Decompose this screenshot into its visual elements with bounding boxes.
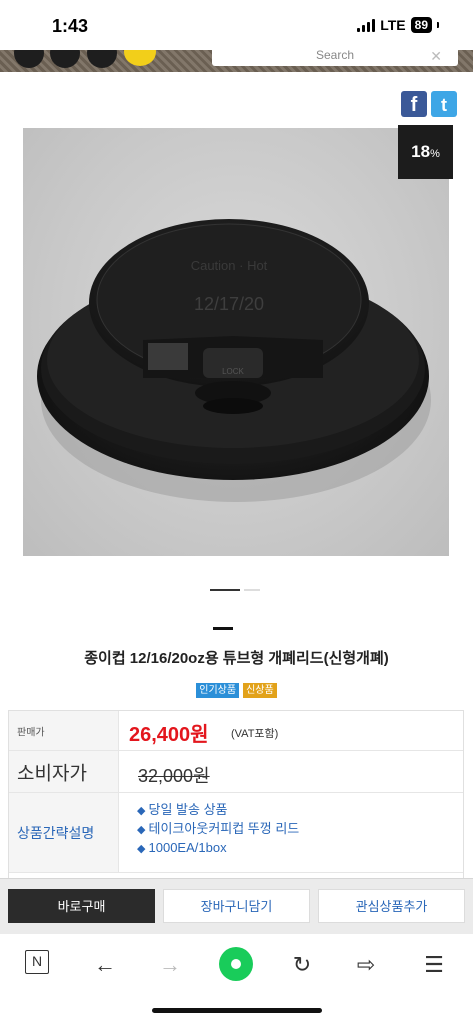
popular-badge: 인기상품 [196, 683, 240, 698]
green-dot-icon[interactable] [219, 947, 253, 981]
product-info-table: 판매가 26,400원 (VAT포함) 소비자가 32,000원 상품간략설명 … [8, 710, 464, 880]
lid-date-text: 12/17/20 [194, 294, 264, 314]
summary-item: 당일 발송 상품 [137, 801, 299, 820]
discount-badge: 18% [398, 125, 453, 179]
cup-lid-illustration: Caution · Hot 12/17/20 LOCK [37, 219, 431, 502]
network-label: LTE [380, 17, 406, 33]
search-placeholder: Search [315, 50, 355, 62]
battery-icon: 89 [410, 17, 432, 33]
new-badge: 신상품 [243, 683, 277, 698]
sale-price-row: 판매가 26,400원 (VAT포함) [9, 711, 463, 751]
search-input[interactable]: Search ✕ [212, 50, 458, 66]
facebook-share-button[interactable]: f [401, 91, 427, 117]
consumer-price-row: 소비자가 32,000원 [9, 751, 463, 793]
twitter-circle-icon[interactable] [50, 50, 80, 68]
facebook-circle-icon[interactable] [14, 50, 44, 68]
add-to-cart-button[interactable]: 장바구니담기 [163, 889, 310, 923]
kakao-talk-icon[interactable] [124, 50, 156, 66]
sale-price: 26,400원 [129, 724, 209, 746]
lid-lock-text: LOCK [222, 367, 244, 376]
menu-icon[interactable]: ☰ [419, 950, 449, 980]
discount-unit: % [430, 148, 440, 160]
sale-price-label: 판매가 [17, 727, 45, 738]
vat-note: (VAT포함) [231, 728, 279, 740]
share-arrow-icon[interactable]: ⇨ [351, 950, 381, 980]
product-image[interactable]: Caution · Hot 12/17/20 LOCK [23, 128, 449, 556]
add-to-wishlist-button[interactable]: 관심상품추가 [318, 889, 465, 923]
home-indicator[interactable] [152, 1008, 322, 1013]
buy-now-button[interactable]: 바로구매 [8, 889, 155, 923]
summary-list: 당일 발송 상품 테이크아웃커피컵 뚜껑 리드 1000EA/1box [137, 801, 300, 858]
forward-arrow-icon[interactable]: → [155, 950, 185, 980]
summary-item: 테이크아웃커피컵 뚜껑 리드 [137, 820, 300, 839]
carousel-indicator [210, 589, 260, 591]
instagram-circle-icon[interactable] [87, 50, 117, 68]
naver-home-icon[interactable]: N [25, 950, 49, 974]
lid-caution-text: Caution · Hot [191, 258, 268, 273]
refresh-icon[interactable]: ↻ [287, 950, 317, 980]
status-time: 1:43 [52, 16, 89, 36]
status-indicators: LTE 89 [357, 17, 439, 33]
battery-tip [437, 22, 439, 28]
discount-value: 18 [411, 142, 431, 161]
carousel-dot[interactable] [244, 589, 260, 591]
back-arrow-icon[interactable]: ← [90, 950, 120, 980]
carousel-dot-active[interactable] [210, 589, 240, 591]
product-badges: 인기상품 신상품 [0, 683, 473, 698]
summary-row: 상품간략설명 당일 발송 상품 테이크아웃커피컵 뚜껑 리드 1000EA/1b… [9, 793, 463, 873]
close-icon[interactable]: ✕ [430, 50, 442, 63]
signal-icon [357, 18, 376, 32]
summary-label: 상품간략설명 [17, 824, 95, 841]
purchase-action-bar: 바로구매 장바구니담기 관심상품추가 [0, 878, 473, 934]
status-bar: 1:43 LTE 89 [0, 0, 473, 50]
twitter-share-button[interactable]: t [431, 91, 457, 117]
summary-item: 1000EA/1box [137, 839, 299, 858]
consumer-price: 32,000원 [138, 766, 210, 786]
product-title: 종이컵 12/16/20oz용 튜브형 개폐리드(신형개폐) [84, 650, 389, 667]
title-divider [213, 627, 233, 630]
consumer-price-label: 소비자가 [17, 763, 87, 784]
